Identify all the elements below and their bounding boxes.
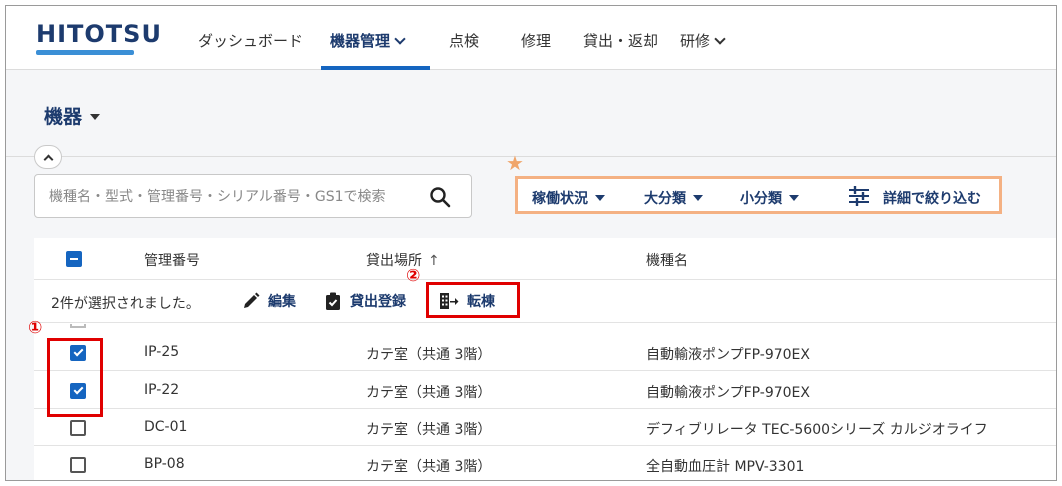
search-box[interactable] — [34, 174, 472, 218]
cell-id: IP-22 — [144, 382, 180, 398]
table-row[interactable]: BP-08 カテ室（共通 3階） 全自動血圧計 MPV-3301 — [34, 446, 1056, 480]
cell-id: IP-25 — [144, 344, 180, 360]
cell-location: カテ室（共通 3階） — [366, 422, 492, 438]
highlight-checkbox-box — [47, 338, 103, 417]
equipment-table: 管理番号 貸出場所 ↑ 機種名 2件が選択されました。 編集 貸出登録 転棟 ②… — [28, 238, 1056, 480]
cell-location: カテ室（共通 3階） — [366, 459, 492, 475]
page-title[interactable]: 機器 — [44, 102, 101, 129]
cell-id: DC-01 — [144, 419, 188, 435]
nav-inspection[interactable]: 点検 — [449, 30, 479, 51]
edit-button[interactable]: 編集 — [242, 291, 296, 311]
advanced-filter-button[interactable]: 詳細で絞り込む — [883, 188, 981, 208]
filter-minor-category[interactable]: 小分類 — [740, 188, 799, 208]
chevron-down-icon — [714, 33, 726, 45]
lending-register-button[interactable]: 貸出登録 — [324, 291, 406, 311]
chevron-down-icon — [394, 33, 406, 45]
table-row[interactable]: IP-25 カテ室（共通 3階） 自動輸液ポンプFP-970EX — [34, 334, 1056, 371]
logo-underline — [36, 50, 134, 55]
highlight-transfer-box — [426, 282, 520, 318]
filter-major-category[interactable]: 大分類 — [644, 188, 703, 208]
active-tab-indicator — [321, 66, 430, 70]
divider — [6, 156, 1056, 157]
cell-location: カテ室（共通 3階） — [366, 347, 492, 363]
cell-location: カテ室（共通 3階） — [366, 385, 492, 401]
annotation-marker-1: ① — [28, 318, 43, 338]
top-navbar: HITOTSU ダッシュボード 機器管理 点検 修理 貸出・返却 研修 — [6, 6, 1056, 70]
nav-dashboard[interactable]: ダッシュボード — [198, 30, 303, 51]
sort-up-icon: ↑ — [428, 253, 440, 269]
cell-id: BP-08 — [144, 456, 185, 472]
chevron-up-icon — [43, 154, 53, 164]
row-checkbox[interactable] — [70, 457, 86, 473]
filter-operating-status[interactable]: 稼働状況 — [532, 188, 605, 208]
select-all-checkbox[interactable] — [66, 251, 82, 267]
annotation-marker-2: ② — [406, 266, 421, 286]
clipboard-check-icon — [326, 292, 340, 310]
filter-panel: 稼働状況 大分類 小分類 詳細で絞り込む — [515, 176, 1002, 214]
cell-model: 自動輸液ポンプFP-970EX — [646, 347, 810, 363]
bulk-action-bar: 2件が選択されました。 編集 貸出登録 転棟 — [34, 281, 1056, 323]
row-checkbox-partial — [70, 324, 86, 328]
nav-lending-return[interactable]: 貸出・返却 — [583, 30, 658, 51]
row-checkbox[interactable] — [70, 420, 86, 436]
cell-model: デフィブリレータ TEC-5600シリーズ カルジオライフ — [646, 422, 988, 438]
search-input[interactable] — [49, 187, 429, 207]
caret-down-icon — [90, 114, 101, 120]
nav-repair[interactable]: 修理 — [521, 30, 551, 51]
search-icon[interactable] — [429, 186, 451, 208]
cell-model: 全自動血圧計 MPV-3301 — [646, 459, 805, 475]
sliders-icon[interactable] — [848, 186, 870, 206]
app-window: HITOTSU ダッシュボード 機器管理 点検 修理 貸出・返却 研修 機器 ★… — [5, 5, 1057, 481]
table-row[interactable]: DC-01 カテ室（共通 3階） デフィブリレータ TEC-5600シリーズ カ… — [34, 409, 1056, 446]
column-header-model[interactable]: 機種名 — [646, 250, 688, 270]
nav-training[interactable]: 研修 — [680, 30, 726, 51]
star-marker-icon: ★ — [506, 151, 524, 175]
pencil-icon — [244, 292, 260, 308]
caret-down-icon — [693, 195, 703, 201]
table-header: 管理番号 貸出場所 ↑ 機種名 — [34, 238, 1056, 280]
table-row[interactable]: IP-22 カテ室（共通 3階） 自動輸液ポンプFP-970EX — [34, 372, 1056, 409]
nav-equipment-management[interactable]: 機器管理 — [330, 30, 406, 51]
column-header-location[interactable]: 貸出場所 ↑ — [366, 250, 440, 270]
logo[interactable]: HITOTSU — [36, 20, 162, 48]
column-header-id[interactable]: 管理番号 — [144, 250, 200, 270]
selection-count: 2件が選択されました。 — [51, 296, 200, 312]
caret-down-icon — [595, 195, 605, 201]
caret-down-icon — [789, 195, 799, 201]
collapse-button[interactable] — [34, 145, 62, 169]
cell-model: 自動輸液ポンプFP-970EX — [646, 385, 810, 401]
